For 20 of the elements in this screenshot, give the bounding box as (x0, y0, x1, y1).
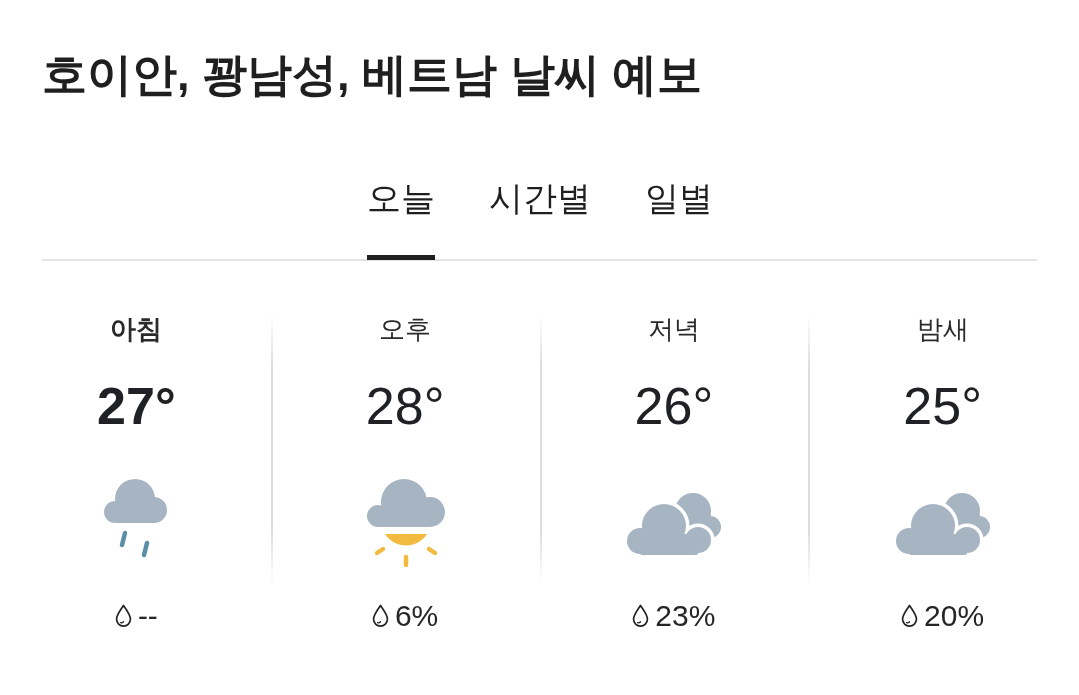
tab[interactable]: 오늘 (366, 178, 435, 260)
tab[interactable]: 일별 (644, 178, 713, 260)
period-label: 오후 (379, 314, 432, 344)
tab[interactable]: 시간별 (488, 178, 591, 260)
precipitation-chance: 23% (655, 598, 716, 634)
precipitation-chance: 20% (924, 598, 985, 634)
period-label: 밤새 (916, 314, 969, 344)
precipitation-chance: 6% (394, 598, 439, 634)
raindrop-icon (632, 604, 650, 628)
temperature: 26° (634, 376, 714, 437)
page-title: 호이안, 꽝남성, 베트남 날씨 예보 (42, 48, 703, 102)
temperature: 27° (97, 376, 176, 437)
raindrop-icon (901, 604, 919, 628)
raindrop-icon (114, 604, 132, 628)
raindrop-icon (371, 604, 389, 628)
temperature: 25° (903, 376, 982, 437)
temperature: 28° (365, 376, 445, 437)
precipitation-chance: -- (137, 598, 158, 634)
period-label: 아침 (110, 314, 163, 344)
period-label: 저녁 (647, 314, 700, 344)
